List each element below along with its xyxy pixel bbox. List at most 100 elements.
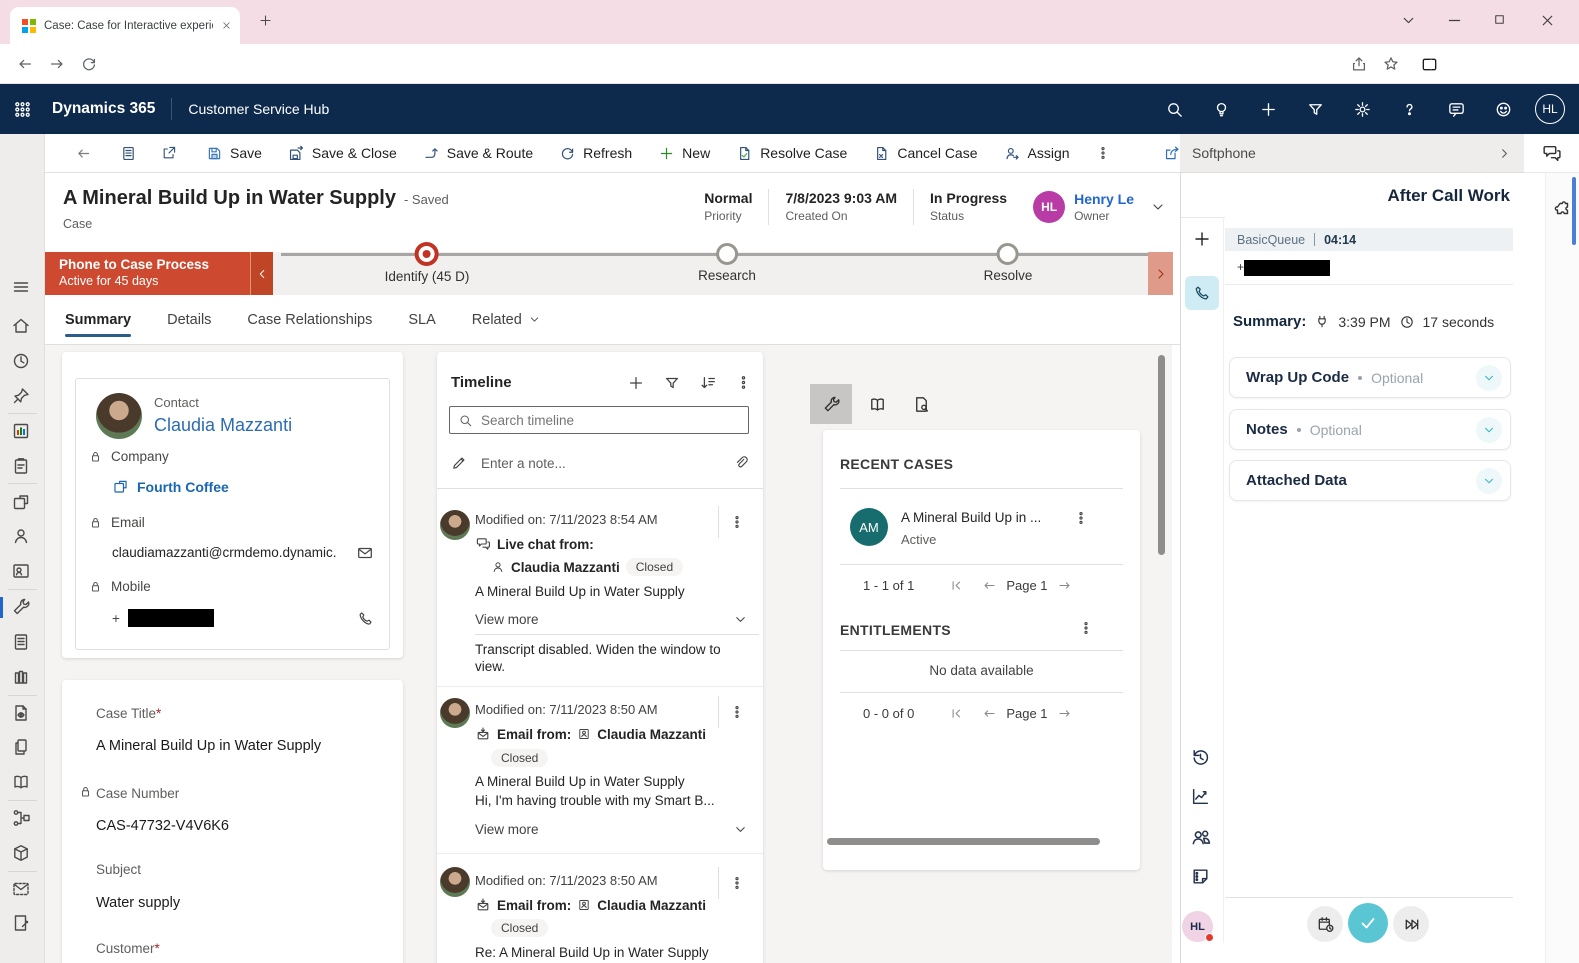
notes-section[interactable]: Notes Optional <box>1229 409 1511 450</box>
paperclip-icon[interactable] <box>733 455 749 471</box>
sidebar-item-home-icon[interactable] <box>11 316 31 336</box>
timeline-add-icon[interactable] <box>627 374 645 392</box>
tab-close-icon[interactable] <box>221 20 232 31</box>
timeline-search-box[interactable] <box>449 406 749 434</box>
form-selector-button[interactable] <box>108 145 149 162</box>
stage-marker[interactable] <box>716 243 738 265</box>
prev-page-icon[interactable] <box>982 706 997 721</box>
tab-summary[interactable]: Summary <box>65 295 131 344</box>
panel-scrollbar[interactable] <box>1572 177 1576 245</box>
company-link[interactable]: Fourth Coffee <box>137 479 229 495</box>
go-back-button[interactable] <box>63 145 104 162</box>
active-call-tab[interactable] <box>1185 276 1219 310</box>
recent-case-more-icon[interactable] <box>1073 510 1089 526</box>
softphone-panel-header[interactable]: Softphone <box>1180 134 1524 173</box>
expand-button[interactable] <box>1476 365 1502 391</box>
related-tab-search[interactable] <box>900 384 942 424</box>
owner-field[interactable]: HL Henry Le Owner <box>1023 191 1144 223</box>
search-icon[interactable] <box>1165 100 1184 119</box>
related-tab-knowledge[interactable] <box>856 384 898 424</box>
bpf-stage-research[interactable]: Research <box>698 242 756 283</box>
horizontal-scrollbar[interactable] <box>827 838 1100 845</box>
browser-reload-icon[interactable] <box>80 55 98 73</box>
smiley-icon[interactable] <box>1494 100 1513 119</box>
bpf-stage-resolve[interactable]: Resolve <box>984 242 1033 283</box>
related-tab-cases[interactable] <box>810 384 852 424</box>
sidebar-item-drafts-icon[interactable] <box>11 913 31 933</box>
window-menu-icon[interactable] <box>1400 12 1417 29</box>
chevron-down-icon[interactable] <box>733 612 748 627</box>
new-button[interactable]: New <box>645 134 723 172</box>
sitemap-toggle-icon[interactable] <box>11 277 31 297</box>
cancel-case-button[interactable]: Cancel Case <box>860 134 990 172</box>
call-phone-icon[interactable] <box>357 610 374 627</box>
new-call-icon[interactable] <box>1192 229 1212 249</box>
timeline-entry[interactable]: Modified on: 7/11/2023 8:50 AM Email fro… <box>437 692 763 850</box>
contacts-icon[interactable] <box>1190 826 1212 848</box>
complete-call-button[interactable] <box>1348 903 1388 943</box>
send-email-icon[interactable] <box>356 544 374 562</box>
tab-case-relationships[interactable]: Case Relationships <box>247 295 372 344</box>
filter-icon[interactable] <box>1306 100 1325 119</box>
email-value[interactable]: claudiamazzanti@crmdemo.dynamic... <box>112 545 337 560</box>
collapse-panel-icon[interactable] <box>1497 146 1512 161</box>
bpf-stage-identify[interactable]: Identify (45 D) <box>385 242 470 284</box>
view-more-link[interactable]: View more <box>475 612 539 627</box>
window-maximize-icon[interactable] <box>1492 12 1507 27</box>
sidebar-item-cases-icon[interactable] <box>11 597 31 617</box>
entry-more-icon[interactable] <box>729 514 745 530</box>
agent-avatar[interactable]: HL <box>1182 911 1213 942</box>
browser-forward-icon[interactable] <box>48 55 66 73</box>
tab-details[interactable]: Details <box>167 295 211 344</box>
tab-sla[interactable]: SLA <box>408 295 435 344</box>
refresh-button[interactable]: Refresh <box>546 134 645 172</box>
first-page-icon[interactable] <box>949 578 964 593</box>
sidebar-item-contacts-icon[interactable] <box>11 526 31 546</box>
lightbulb-icon[interactable] <box>1212 100 1231 119</box>
waffle-icon[interactable] <box>13 100 32 119</box>
timeline-filter-icon[interactable] <box>663 374 681 392</box>
timeline-more-icon[interactable] <box>735 374 752 391</box>
contact-name-link[interactable]: Claudia Mazzanti <box>154 415 292 436</box>
puzzle-extension-icon[interactable] <box>1553 199 1573 219</box>
help-icon[interactable] <box>1400 100 1419 119</box>
sidebar-item-insights-icon[interactable] <box>11 703 31 723</box>
browser-back-icon[interactable] <box>16 55 34 73</box>
notes-panel-icon[interactable] <box>1190 866 1211 887</box>
entry-more-icon[interactable] <box>729 704 745 720</box>
next-page-icon[interactable] <box>1057 578 1072 593</box>
sidebar-item-knowledge-icon[interactable] <box>11 667 31 687</box>
brand-title[interactable]: Dynamics 365 <box>52 100 155 118</box>
sidebar-item-routing-icon[interactable] <box>11 808 31 828</box>
contact-photo[interactable] <box>96 393 142 439</box>
sidebar-item-dashboards-icon[interactable] <box>11 421 31 441</box>
save-route-button[interactable]: Save & Route <box>410 134 546 172</box>
tab-related[interactable]: Related <box>472 295 541 344</box>
bpf-next-button[interactable] <box>1148 252 1173 295</box>
stage-marker[interactable] <box>997 243 1019 265</box>
save-close-button[interactable]: Save & Close <box>275 134 410 172</box>
sidebar-item-pinned-icon[interactable] <box>11 386 31 406</box>
gear-icon[interactable] <box>1353 100 1372 119</box>
sidebar-item-activities-icon[interactable] <box>11 456 31 476</box>
timeline-entry[interactable]: Modified on: 7/11/2023 8:54 AM Live chat… <box>437 502 763 685</box>
sidebar-item-knowledge-search-icon[interactable] <box>11 772 31 792</box>
entry-contact[interactable]: Claudia Mazzanti <box>597 898 706 913</box>
skip-button[interactable] <box>1393 906 1429 942</box>
sidebar-item-templates-icon[interactable] <box>11 737 31 757</box>
more-commands-button[interactable] <box>1083 145 1123 161</box>
attached-data-section[interactable]: Attached Data <box>1229 460 1511 501</box>
note-entry-row[interactable]: Enter a note... <box>441 448 759 478</box>
expand-button[interactable] <box>1476 417 1502 443</box>
resolve-case-button[interactable]: Resolve Case <box>723 134 860 172</box>
bpf-prev-button[interactable] <box>250 252 273 295</box>
new-tab-button[interactable] <box>258 13 273 28</box>
bpf-process-box[interactable]: Phone to Case Process Active for 45 days <box>45 252 250 295</box>
user-avatar[interactable]: HL <box>1535 94 1565 124</box>
next-page-icon[interactable] <box>1057 706 1072 721</box>
timeline-entry[interactable]: Modified on: 7/11/2023 8:50 AM Email fro… <box>437 859 763 963</box>
entry-more-icon[interactable] <box>729 875 745 891</box>
vertical-scrollbar[interactable] <box>1158 355 1165 555</box>
browser-tab[interactable]: Case: Case for Interactive experie <box>10 7 240 44</box>
window-minimize-icon[interactable] <box>1446 12 1463 29</box>
